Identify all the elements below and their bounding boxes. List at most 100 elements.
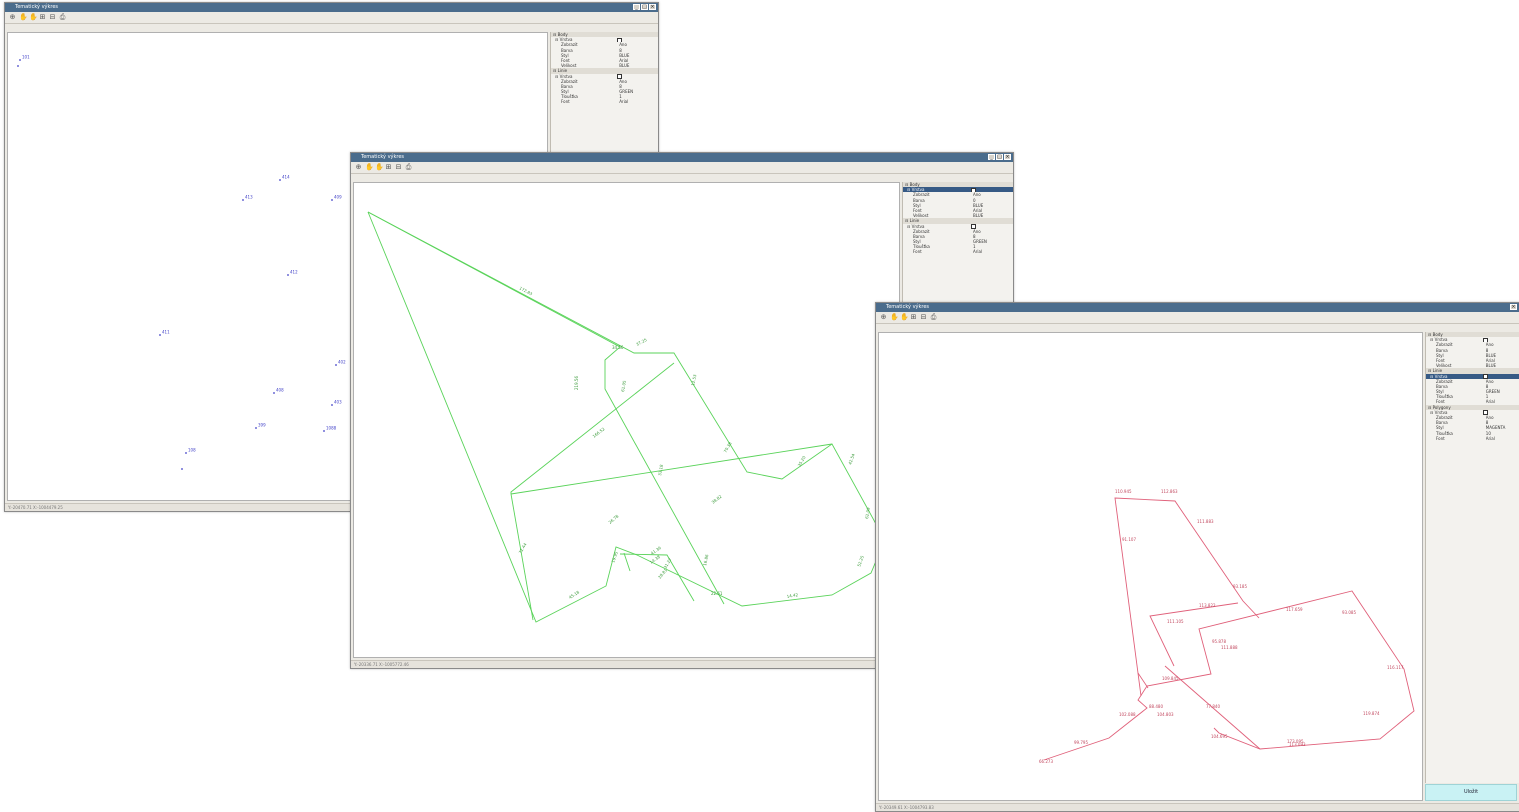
segment-label: 12.53 [690,374,697,387]
survey-point [185,452,187,454]
segment-label: 37.25 [635,337,648,347]
close-icon[interactable]: × [649,4,656,10]
survey-point [255,427,257,429]
maximize-icon[interactable]: □ [996,154,1003,160]
pan-alt-icon[interactable]: ✋ [375,164,384,171]
survey-point [331,404,333,406]
status-bar: Y:-20349.61 X:-1004793.83 [876,803,1519,811]
window-titlebar[interactable]: Tematický výkres _ □ × [5,3,658,12]
panel-label: Font [1436,435,1445,441]
zoom-icon[interactable]: ⊕ [355,164,362,171]
boundary-line [367,211,880,623]
segment-label: 109.845 [1162,676,1179,681]
segment-label: 14.38 [649,554,662,565]
point-label: 399 [258,423,266,428]
segment-label: 117.659 [1286,607,1303,612]
segment-label: 88.480 [1149,704,1163,709]
pan-icon[interactable]: ✋ [890,314,899,321]
segment-label: 26.78 [607,513,619,524]
segment-label: 93.085 [1342,610,1356,615]
print-icon[interactable]: ⎙ [930,314,937,321]
survey-point [17,65,19,67]
print-icon[interactable]: ⎙ [59,14,66,21]
panel-value[interactable]: Arial [973,249,1013,254]
segment-label: 34.56 [612,345,624,350]
zoom-out-icon[interactable]: ⊟ [920,314,927,321]
point-label: 412 [290,270,298,275]
zoom-in-icon[interactable]: ⊞ [385,164,392,171]
zoom-out-icon[interactable]: ⊟ [395,164,402,171]
panel-value[interactable]: Arial [619,99,658,104]
segment-label: 113.822 [1199,603,1216,608]
pan-icon[interactable]: ✋ [365,164,374,171]
pan-icon[interactable]: ✋ [19,14,28,21]
polygon-edge [1149,602,1239,667]
segment-label: 38.82 [711,494,723,505]
close-icon[interactable]: × [1004,154,1011,160]
segment-label: 41.36 [650,545,663,556]
segment-label: 52.25 [856,554,865,567]
panel-property-row[interactable]: Font Arial [1426,436,1519,441]
segment-label: 166.52 [592,426,606,439]
segment-label: 219.56 [574,376,579,390]
minimize-icon[interactable]: _ [633,4,640,10]
polygon-edge [1043,590,1415,761]
segment-label: 77.840 [1206,704,1220,709]
point-label: 414 [282,175,290,180]
panel-property-row[interactable]: Font Arial [551,99,658,104]
segment-label: 16.86 [702,554,709,567]
coordinates-readout: Y:-20470.71 X:-1004479.25 [8,505,63,510]
segment-label: 110.945 [1115,489,1132,494]
segment-label: 111.105 [1167,619,1184,624]
zoom-in-icon[interactable]: ⊞ [39,14,46,21]
segment-label: 119.874 [1363,711,1380,716]
segment-label: 45.18 [568,589,581,600]
segment-label: 93.185 [1233,584,1247,589]
zoom-icon[interactable]: ⊕ [9,14,16,21]
zoom-in-icon[interactable]: ⊞ [910,314,917,321]
segment-label: 102.088 [1119,712,1136,717]
survey-point [335,364,337,366]
segment-label: 116.117 [1387,665,1404,670]
save-button[interactable]: Uložit [1425,784,1517,801]
panel-label: Font [913,249,922,255]
segment-label: 172.83 [519,285,534,296]
boundary-line [510,443,833,495]
map-toolbar: ⊕ ✋ ✋ ⊞ ⊟ ⎙ [876,312,1519,324]
map-canvas[interactable]: 172.83 219.56 34.56 37.25 61.05 12.53 166.52 33… [353,182,900,658]
panel-value[interactable]: Arial [1486,436,1519,441]
point-label: 101 [22,55,30,60]
panel-property-row[interactable]: Font Arial [903,249,1013,254]
segment-label: 62.09 [864,507,871,520]
pan-alt-icon[interactable]: ✋ [29,14,38,21]
segment-label: 113.093 [1289,742,1306,747]
layer-properties-panel: ⊟ Body ⊟ Vrstva Zobrazit Ano Barva 8 Styl BLUE F… [1425,332,1519,783]
close-icon[interactable]: × [1510,304,1517,310]
maximize-icon[interactable]: □ [641,4,648,10]
point-label: 411 [162,330,170,335]
print-icon[interactable]: ⎙ [405,164,412,171]
segment-label: 104.803 [1157,712,1174,717]
panel-label: Font [561,99,570,105]
map-canvas[interactable]: 66.273 99.795 102.088 88.480 77.840 104.695 17… [878,332,1423,801]
map-toolbar: ⊕ ✋ ✋ ⊞ ⊟ ⎙ [5,12,658,24]
segment-label: 22.61 [711,591,723,596]
window-titlebar[interactable]: Tematický výkres _ □ × [351,153,1013,162]
point-label: 1088 [326,426,337,431]
window-titlebar[interactable]: Tematický výkres × [876,303,1519,312]
segment-label: 91.107 [1122,537,1136,542]
polygons-drawing: 66.27399.795102.08888.480 77.840104.69517… [1039,489,1415,764]
survey-point [19,59,21,61]
pan-alt-icon[interactable]: ✋ [900,314,909,321]
polygon-edge [1114,497,1260,697]
segment-label: 66.273 [1039,759,1053,764]
segment-label: 19.95 [610,550,619,563]
segment-label: 112.863 [1161,489,1178,494]
minimize-icon[interactable]: _ [988,154,995,160]
point-label: 108 [188,448,196,453]
segment-label: 42.54 [847,452,856,465]
zoom-out-icon[interactable]: ⊟ [49,14,56,21]
survey-point [159,334,161,336]
survey-point [273,392,275,394]
zoom-icon[interactable]: ⊕ [880,314,887,321]
